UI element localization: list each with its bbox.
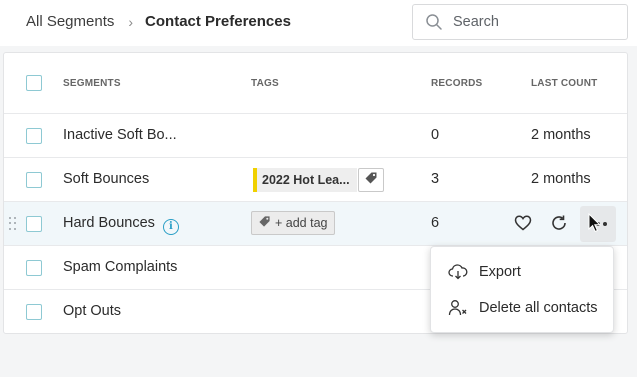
info-icon[interactable]: i: [162, 218, 179, 235]
select-all-checkbox[interactable]: [26, 75, 42, 91]
row-actions: [508, 206, 622, 242]
records-count: 3: [431, 171, 440, 187]
heart-icon: [514, 215, 532, 236]
row-actions-menu: Export Delete all contacts: [430, 246, 614, 333]
header-segments[interactable]: SEGMENTS: [63, 78, 121, 89]
mouse-cursor-icon: [588, 212, 602, 233]
search-input[interactable]: [453, 14, 613, 30]
segment-name[interactable]: Opt Outs: [63, 303, 121, 319]
tag-chip[interactable]: 2022 Hot Lea...: [253, 168, 357, 192]
menu-item-label: Export: [479, 264, 521, 280]
header-last-count[interactable]: LAST COUNT: [531, 78, 597, 89]
last-count: 2 months: [531, 171, 591, 187]
table-row[interactable]: Soft Bounces 2022 Hot Lea... 3 2 months: [4, 158, 627, 202]
favorite-button[interactable]: [508, 211, 538, 241]
row-checkbox[interactable]: [26, 216, 42, 232]
add-tag-label: + add tag: [275, 216, 328, 230]
add-tag-button[interactable]: [358, 168, 384, 192]
tag-icon: [364, 171, 378, 190]
row-checkbox[interactable]: [26, 128, 42, 144]
segment-name[interactable]: Spam Complaints: [63, 259, 177, 275]
last-count: 2 months: [531, 127, 591, 143]
breadcrumb: All Segments › Contact Preferences: [26, 13, 291, 30]
row-checkbox[interactable]: [26, 304, 42, 320]
menu-item-export[interactable]: Export: [431, 255, 615, 289]
tag-label: 2022 Hot Lea...: [262, 173, 350, 187]
segment-name[interactable]: Hard Bounces: [63, 215, 155, 231]
breadcrumb-separator: ›: [128, 13, 134, 30]
menu-item-delete-all-contacts[interactable]: Delete all contacts: [431, 291, 615, 325]
search-box[interactable]: [412, 4, 628, 40]
row-checkbox[interactable]: [26, 260, 42, 276]
header-tags[interactable]: TAGS: [251, 78, 279, 89]
header-records[interactable]: RECORDS: [431, 78, 482, 89]
cloud-download-icon: [448, 262, 468, 282]
page-title: Contact Preferences: [145, 13, 291, 30]
menu-item-label: Delete all contacts: [479, 300, 598, 316]
remove-user-icon: [448, 298, 468, 318]
refresh-icon: [550, 214, 568, 237]
breadcrumb-all-segments[interactable]: All Segments: [26, 13, 114, 30]
segment-name[interactable]: Inactive Soft Bo...: [63, 127, 177, 143]
table-row[interactable]: Hard Bounces i + add tag 6: [4, 202, 627, 246]
table-row[interactable]: Inactive Soft Bo... 0 2 months: [4, 114, 627, 158]
segment-name-wrapper: Hard Bounces i: [63, 215, 179, 235]
add-tag-button[interactable]: + add tag: [251, 211, 336, 235]
row-checkbox[interactable]: [26, 172, 42, 188]
records-count: 6: [431, 215, 440, 231]
drag-handle-icon[interactable]: [9, 217, 17, 231]
top-bar: All Segments › Contact Preferences: [0, 0, 637, 46]
table-header: SEGMENTS TAGS RECORDS LAST COUNT: [4, 53, 627, 114]
refresh-button[interactable]: [544, 211, 574, 241]
search-icon: [424, 12, 444, 32]
records-count: 0: [431, 127, 440, 143]
segment-name[interactable]: Soft Bounces: [63, 171, 149, 187]
tag-icon: [258, 215, 271, 231]
